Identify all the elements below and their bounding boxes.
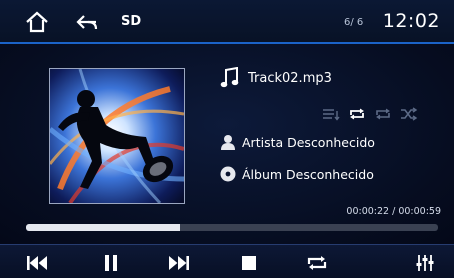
album-art: [49, 68, 185, 204]
track-title: Track02.mp3: [248, 70, 332, 86]
source-label[interactable]: SD: [121, 14, 141, 29]
album-name: Álbum Desconhecido: [242, 166, 374, 182]
playback-time: 00:00:22 / 00:00:59: [346, 206, 441, 217]
pause-icon[interactable]: [100, 253, 122, 273]
playback-mode-row: [322, 107, 418, 121]
now-playing-panel: Track02.mp3 Artista Desconhecido Álbum D…: [0, 44, 454, 244]
stop-icon[interactable]: [238, 253, 260, 273]
media-player-screen: SD 6/ 6 12:02 Track02.mp3 Artista Descon…: [0, 0, 454, 278]
progress-bar-fill: [26, 224, 180, 231]
skip-previous-icon[interactable]: [26, 253, 48, 273]
repeat-icon[interactable]: [348, 107, 366, 121]
artist-row: Artista Desconhecido: [220, 134, 375, 150]
repeat-one-icon[interactable]: [374, 107, 392, 121]
home-icon[interactable]: [24, 9, 50, 35]
control-bar: [0, 244, 454, 278]
list-icon[interactable]: [322, 107, 340, 121]
artist-name: Artista Desconhecido: [242, 134, 375, 150]
repeat-icon[interactable]: [306, 253, 328, 273]
music-note-icon: [220, 67, 239, 88]
album-art-image: [50, 69, 184, 203]
skip-next-icon[interactable]: [168, 253, 190, 273]
track-title-row: Track02.mp3: [220, 66, 332, 90]
disc-icon: [220, 166, 236, 182]
equalizer-icon[interactable]: [414, 253, 436, 273]
clock: 12:02: [382, 10, 440, 32]
back-arrow-icon[interactable]: [74, 9, 100, 35]
progress-bar[interactable]: [26, 224, 438, 231]
person-icon: [221, 135, 235, 150]
track-counter: 6/ 6: [344, 17, 364, 28]
top-bar: SD 6/ 6 12:02: [0, 0, 454, 44]
shuffle-icon[interactable]: [400, 107, 418, 121]
album-row: Álbum Desconhecido: [220, 166, 374, 182]
